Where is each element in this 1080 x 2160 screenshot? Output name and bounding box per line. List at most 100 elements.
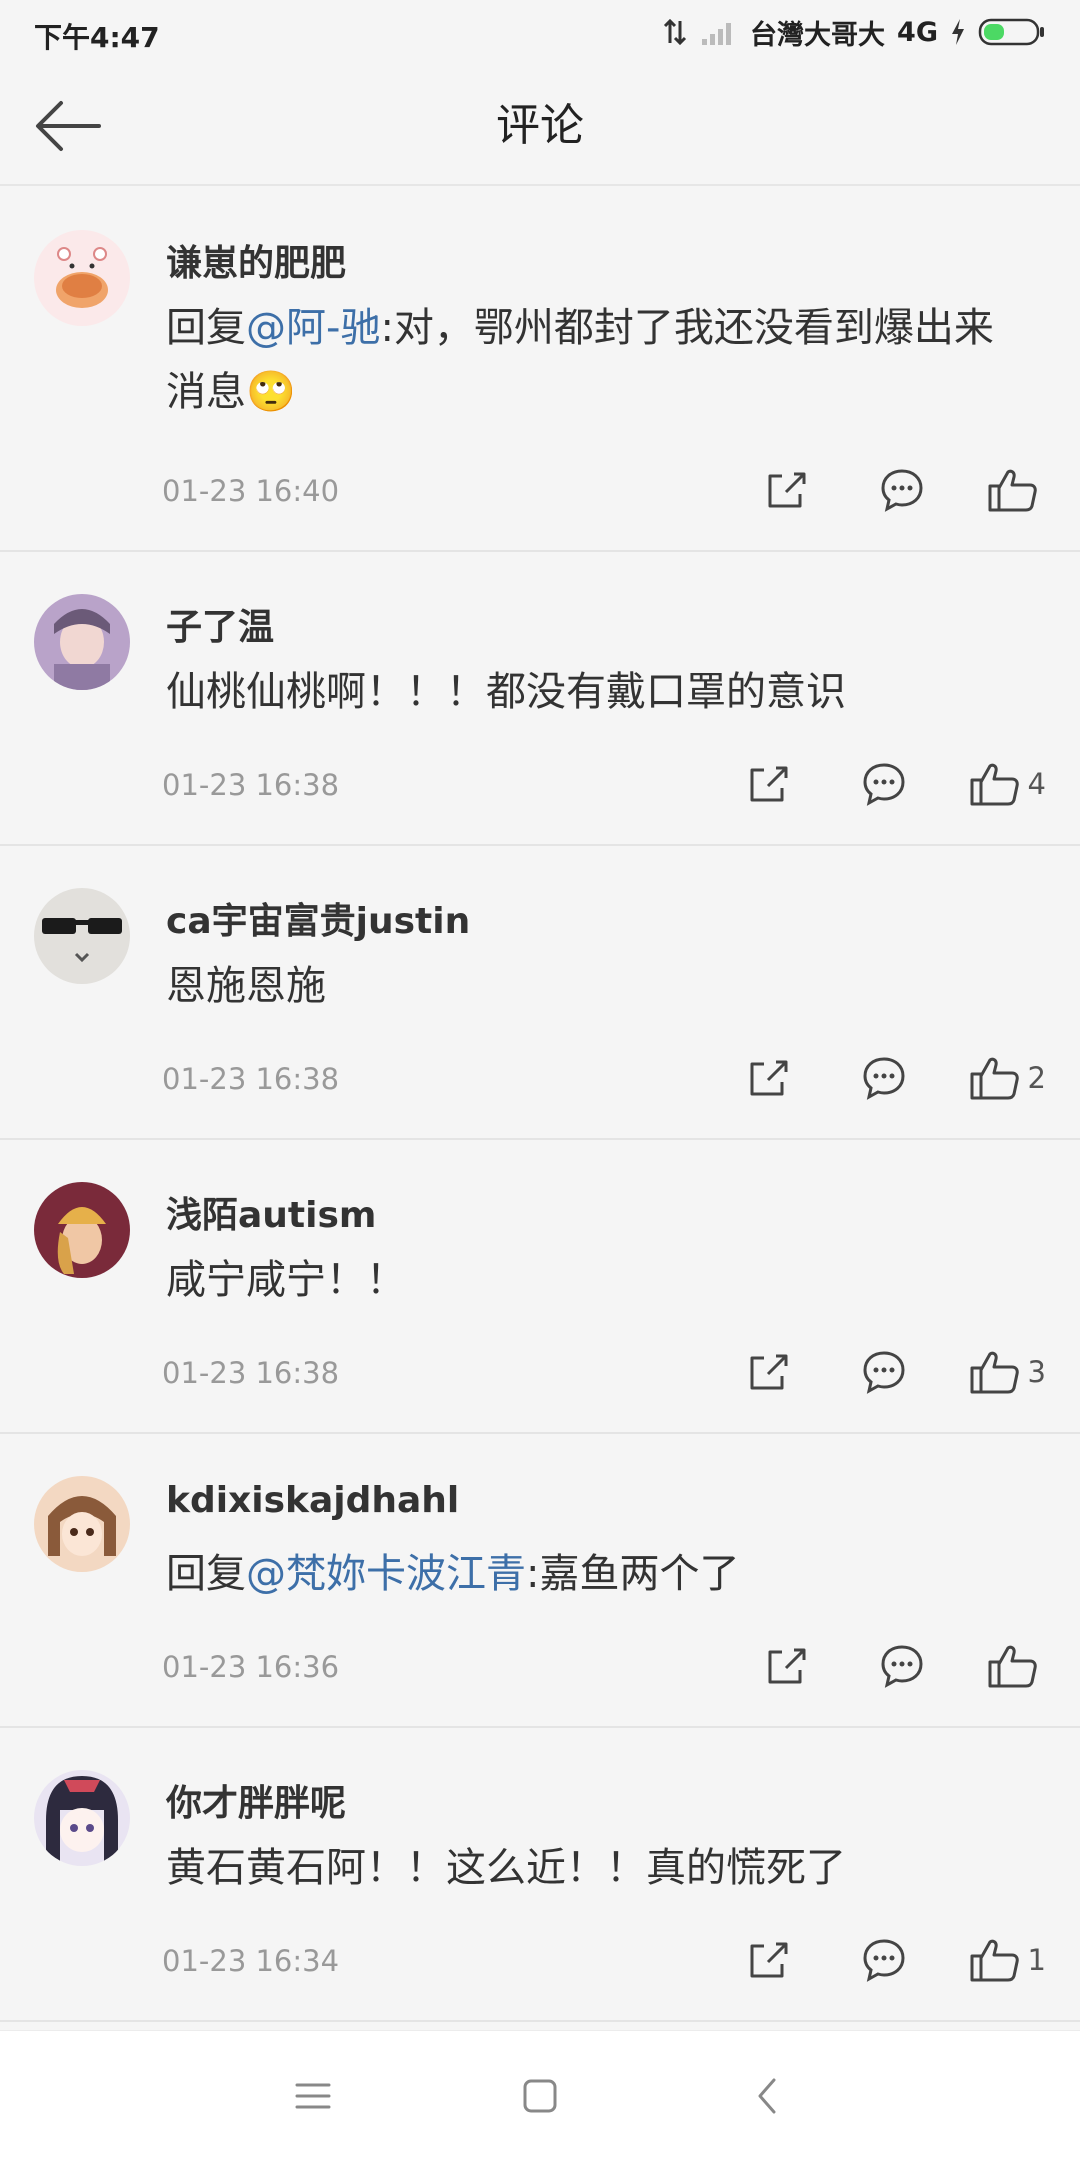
like-button[interactable]: 1 [968,1936,1046,1984]
comment-text: 仙桃仙桃啊！！！都没有戴口罩的意识 [166,660,1026,724]
comment-item: 浅陌autism 咸宁咸宁！！ 01-23 16:38 3 [0,1140,1080,1434]
back-chevron-icon [758,2078,776,2113]
username[interactable]: 子了温 [166,598,274,650]
home-button[interactable] [500,2056,580,2136]
comment-actions: 4 [738,754,1046,814]
share-icon [768,472,806,508]
avatar[interactable] [34,1476,130,1572]
comment-item: kdixiskajdhahl 回复@梵妳卡波江青:嘉鱼两个了 01-23 16:… [0,1434,1080,1728]
like-button[interactable]: 3 [968,1348,1046,1396]
share-button[interactable] [756,1636,816,1696]
thumbs-up-icon [970,1057,1019,1100]
reply-button[interactable] [854,1930,914,1990]
comment-bubble-icon [863,1351,905,1394]
like-button[interactable]: 2 [968,1054,1046,1102]
comment-actions: 2 [738,1048,1046,1108]
app-header: 评论 [0,66,1080,186]
comment-item: ca宇宙富贵justin 恩施恩施 01-23 16:38 2 [0,846,1080,1140]
share-icon [750,1942,788,1978]
comment-text: 回复@阿-驰:对，鄂州都封了我还没看到爆出来消息🙄 [166,296,1026,424]
comment-text: 恩施恩施 [166,954,1026,1018]
reply-prefix: 回复 [166,305,246,351]
share-button[interactable] [738,1048,798,1108]
mention-link[interactable]: @阿-驰 [246,305,380,351]
comment-body: 恩施恩施 [166,963,326,1009]
share-icon [750,766,788,802]
comment-item: 你才胖胖呢 黄石黄石阿！！这么近！！真的慌死了 01-23 16:34 1 [0,1728,1080,2022]
comment-body: 黄石黄石阿！！这么近！！真的慌死了 [166,1845,846,1891]
avatar[interactable] [34,1182,130,1278]
like-button[interactable] [986,1642,1046,1690]
home-square-icon [523,2079,557,2112]
comment-actions [756,460,1046,520]
comment-body: 仙桃仙桃啊！！！都没有戴口罩的意识 [166,669,846,715]
data-transfer-icon [663,18,687,46]
status-time: 下午4:47 [34,21,160,54]
username[interactable]: 谦崽的肥肥 [166,234,346,286]
comment-item: 子了温 仙桃仙桃啊！！！都没有戴口罩的意识 01-23 16:38 4 [0,552,1080,846]
share-button[interactable] [738,754,798,814]
menu-icon [295,2083,331,2108]
reply-button[interactable] [872,1636,932,1696]
thumbs-up-icon [970,1351,1019,1394]
thumbs-up-icon [988,469,1037,512]
share-button[interactable] [738,1342,798,1402]
username[interactable]: ca宇宙富贵justin [166,892,470,944]
comment-bubble-icon [863,1939,905,1982]
thumbs-up-icon [970,763,1019,806]
reply-button[interactable] [854,1342,914,1402]
like-count: 1 [1027,1943,1046,1977]
comment-item: 谦崽的肥肥 回复@阿-驰:对，鄂州都封了我还没看到爆出来消息🙄 01-23 16… [0,188,1080,552]
comment-bubble-icon [863,1057,905,1100]
comment-actions [756,1636,1046,1696]
username[interactable]: kdixiskajdhahl [166,1480,459,1521]
like-count: 4 [1027,767,1046,801]
signal-icon [702,23,732,45]
comment-body: 咸宁咸宁！！ [166,1257,406,1303]
comment-time: 01-23 16:36 [162,1650,340,1684]
status-indicators: 台灣大哥大 4G [662,14,1046,51]
comment-time: 01-23 16:38 [162,768,340,802]
reply-button[interactable] [854,1048,914,1108]
share-icon [750,1060,788,1096]
comment-time: 01-23 16:40 [162,474,340,508]
menu-button[interactable] [273,2056,353,2136]
share-button[interactable] [738,1930,798,1990]
page-title: 评论 [496,100,584,151]
system-back-button[interactable] [727,2056,807,2136]
comment-actions: 3 [738,1342,1046,1402]
comment-bubble-icon [881,469,923,512]
avatar[interactable] [34,888,130,984]
network-type: 4G [897,16,938,48]
comment-actions: 1 [738,1930,1046,1990]
username[interactable]: 浅陌autism [166,1186,376,1238]
avatar[interactable] [34,230,130,326]
share-button[interactable] [756,460,816,520]
system-nav-bar [0,2030,1080,2160]
reply-button[interactable] [854,754,914,814]
like-button[interactable]: 4 [968,760,1046,808]
comment-text: 咸宁咸宁！！ [166,1248,1026,1312]
username[interactable]: 你才胖胖呢 [166,1774,346,1826]
battery-icon [978,18,1044,46]
like-count: 3 [1027,1355,1046,1389]
charging-icon [952,19,964,45]
comment-time: 01-23 16:38 [162,1062,340,1096]
comment-bubble-icon [863,763,905,806]
mention-link[interactable]: @梵妳卡波江青 [246,1551,526,1597]
comment-text: 黄石黄石阿！！这么近！！真的慌死了 [166,1836,1026,1900]
reply-prefix: 回复 [166,1551,246,1597]
like-count: 2 [1027,1061,1046,1095]
avatar[interactable] [34,594,130,690]
thumbs-up-icon [988,1645,1037,1688]
thumbs-up-icon [970,1939,1019,1982]
avatar[interactable] [34,1770,130,1866]
reply-button[interactable] [872,460,932,520]
share-icon [750,1354,788,1390]
comment-time: 01-23 16:34 [162,1944,340,1978]
share-icon [768,1648,806,1684]
comment-bubble-icon [881,1645,923,1688]
carrier-name: 台灣大哥大 [750,19,886,51]
eye-roll-emoji: 🙄 [246,369,296,415]
like-button[interactable] [986,466,1046,514]
